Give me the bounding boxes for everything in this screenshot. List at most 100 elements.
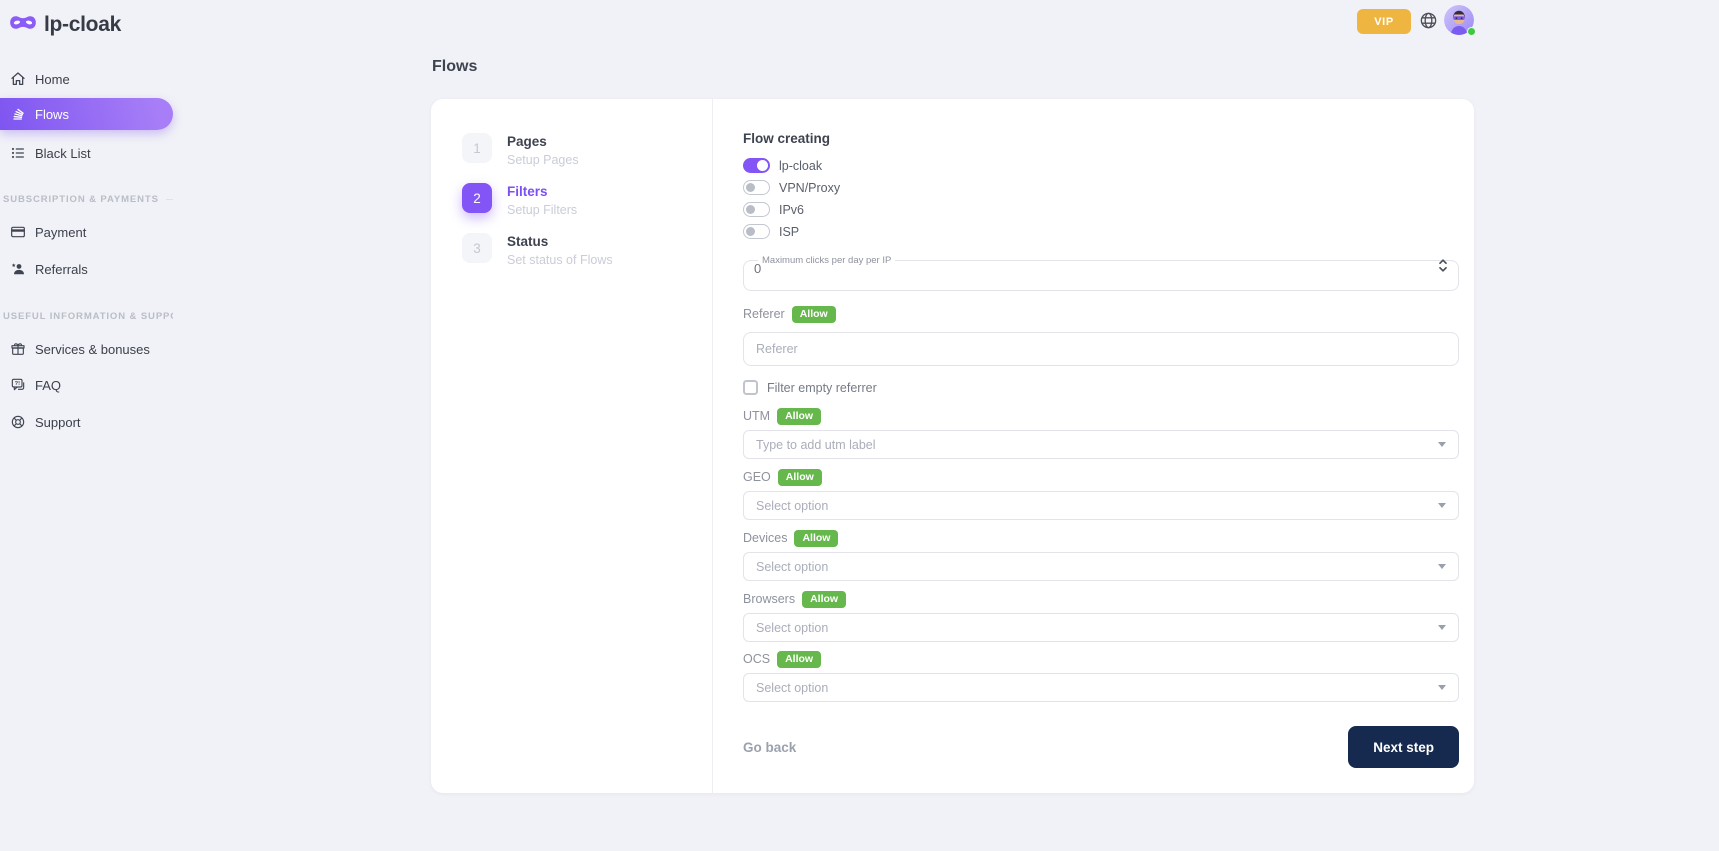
home-icon: [10, 71, 26, 87]
max-clicks-field[interactable]: Maximum clicks per day per IP: [743, 255, 1459, 291]
referer-label: Referer: [743, 307, 785, 321]
sidebar-item-services-bonuses[interactable]: Services & bonuses: [0, 334, 173, 364]
browsers-select[interactable]: Select option: [743, 613, 1459, 642]
sidebar-item-payment[interactable]: Payment: [0, 217, 173, 247]
step-subtitle: Set status of Flows: [507, 253, 613, 267]
flow-card: 1 Pages Setup Pages 2 Filters Setup Filt…: [431, 99, 1474, 793]
geo-label-row: GEO Allow: [743, 468, 1459, 486]
logo[interactable]: lp-cloak: [9, 13, 121, 37]
chevron-down-icon: [1438, 564, 1446, 569]
geo-allow-badge[interactable]: Allow: [778, 469, 822, 486]
utm-allow-badge[interactable]: Allow: [777, 408, 821, 425]
svg-text:?!: ?!: [15, 381, 20, 387]
step-number: 2: [462, 183, 492, 213]
geo-select-placeholder: Select option: [756, 499, 1438, 513]
devices-label-row: Devices Allow: [743, 529, 1459, 547]
globe-icon[interactable]: [1419, 11, 1438, 30]
step-title: Pages: [507, 134, 579, 150]
filter-empty-referrer-checkbox[interactable]: [743, 380, 758, 395]
utm-label-row: UTM Allow: [743, 407, 1459, 425]
form-title: Flow creating: [743, 131, 1459, 146]
vpn-proxy-toggle[interactable]: [743, 180, 770, 195]
step-filters[interactable]: 2 Filters Setup Filters: [462, 183, 712, 217]
sidebar-section-subscription: SUBSCRIPTION & PAYMENTS: [0, 189, 173, 209]
form-footer: Go back Next step: [743, 726, 1459, 768]
sidebar-item-support[interactable]: Support: [0, 407, 173, 437]
utm-label: UTM: [743, 409, 770, 423]
toggle-label: IPv6: [779, 203, 804, 217]
lifebuoy-icon: [10, 414, 26, 430]
topbar: lp-cloak VIP: [0, 0, 1719, 52]
utm-select[interactable]: Type to add utm label: [743, 430, 1459, 459]
referer-input[interactable]: [743, 332, 1459, 366]
section-rule: [166, 199, 173, 200]
devices-allow-badge[interactable]: Allow: [794, 530, 838, 547]
sidebar-item-label: Home: [35, 72, 70, 87]
ocs-allow-badge[interactable]: Allow: [777, 651, 821, 668]
ipv6-toggle[interactable]: [743, 202, 770, 217]
sidebar-item-label: Support: [35, 415, 81, 430]
step-title: Status: [507, 234, 613, 250]
sidebar-item-label: Payment: [35, 225, 86, 240]
step-title: Filters: [507, 184, 577, 200]
flow-creating-form: Flow creating lp-cloak VPN/Proxy IPv6 IS…: [713, 99, 1474, 793]
sidebar-item-label: Referrals: [35, 262, 88, 277]
filter-empty-referrer-row[interactable]: Filter empty referrer: [743, 380, 1459, 395]
referer-label-row: Referer Allow: [743, 305, 1459, 323]
geo-label: GEO: [743, 470, 771, 484]
browsers-label: Browsers: [743, 592, 795, 606]
number-stepper-icon[interactable]: [1438, 258, 1448, 278]
next-step-button[interactable]: Next step: [1348, 726, 1459, 768]
avatar[interactable]: [1444, 5, 1474, 35]
max-clicks-input[interactable]: [754, 261, 1438, 276]
sidebar-item-label: FAQ: [35, 378, 61, 393]
sidebar-section-support: USEFUL INFORMATION & SUPPORT: [0, 306, 173, 326]
toggle-row-vpn-proxy: VPN/Proxy: [743, 180, 1459, 195]
toggle-label: ISP: [779, 225, 799, 239]
faq-chat-icon: ?!: [10, 377, 26, 393]
chevron-down-icon: [1438, 625, 1446, 630]
step-pages[interactable]: 1 Pages Setup Pages: [462, 133, 712, 167]
sidebar-item-flows[interactable]: Flows: [0, 98, 173, 130]
step-subtitle: Setup Pages: [507, 153, 579, 167]
page-title: Flows: [432, 58, 477, 76]
gift-icon: [10, 341, 26, 357]
toggle-row-ipv6: IPv6: [743, 202, 1459, 217]
step-status[interactable]: 3 Status Set status of Flows: [462, 233, 712, 267]
chevron-down-icon: [1438, 685, 1446, 690]
toggle-group: lp-cloak VPN/Proxy IPv6 ISP: [743, 158, 1459, 239]
sidebar-item-label: Services & bonuses: [35, 342, 150, 357]
devices-select-placeholder: Select option: [756, 560, 1438, 574]
ocs-select[interactable]: Select option: [743, 673, 1459, 702]
isp-toggle[interactable]: [743, 224, 770, 239]
step-number: 1: [462, 133, 492, 163]
ocs-select-placeholder: Select option: [756, 681, 1438, 695]
browsers-select-placeholder: Select option: [756, 621, 1438, 635]
browsers-allow-badge[interactable]: Allow: [802, 591, 846, 608]
sidebar-item-home[interactable]: Home: [0, 64, 173, 94]
devices-select[interactable]: Select option: [743, 552, 1459, 581]
flows-icon: [10, 106, 26, 122]
referral-user-icon: [10, 261, 26, 277]
toggle-label: lp-cloak: [779, 159, 822, 173]
sidebar-item-faq[interactable]: ?! FAQ: [0, 370, 173, 400]
referer-allow-badge[interactable]: Allow: [792, 306, 836, 323]
toggle-label: VPN/Proxy: [779, 181, 840, 195]
vip-badge[interactable]: VIP: [1357, 9, 1411, 34]
sidebar: Home Flows Black List SUBSCRIPTION & PAY…: [0, 64, 173, 437]
ocs-label: OCS: [743, 652, 770, 666]
devices-label: Devices: [743, 531, 787, 545]
browsers-label-row: Browsers Allow: [743, 590, 1459, 608]
toggle-row-isp: ISP: [743, 224, 1459, 239]
lp-cloak-toggle[interactable]: [743, 158, 770, 173]
sidebar-item-label: Flows: [35, 107, 69, 122]
mask-logo-icon: [9, 13, 37, 37]
sidebar-item-referrals[interactable]: Referrals: [0, 254, 173, 284]
sidebar-item-black-list[interactable]: Black List: [0, 138, 173, 168]
go-back-button[interactable]: Go back: [743, 740, 796, 755]
ocs-label-row: OCS Allow: [743, 650, 1459, 668]
step-number: 3: [462, 233, 492, 263]
chevron-down-icon: [1438, 442, 1446, 447]
chevron-down-icon: [1438, 503, 1446, 508]
geo-select[interactable]: Select option: [743, 491, 1459, 520]
